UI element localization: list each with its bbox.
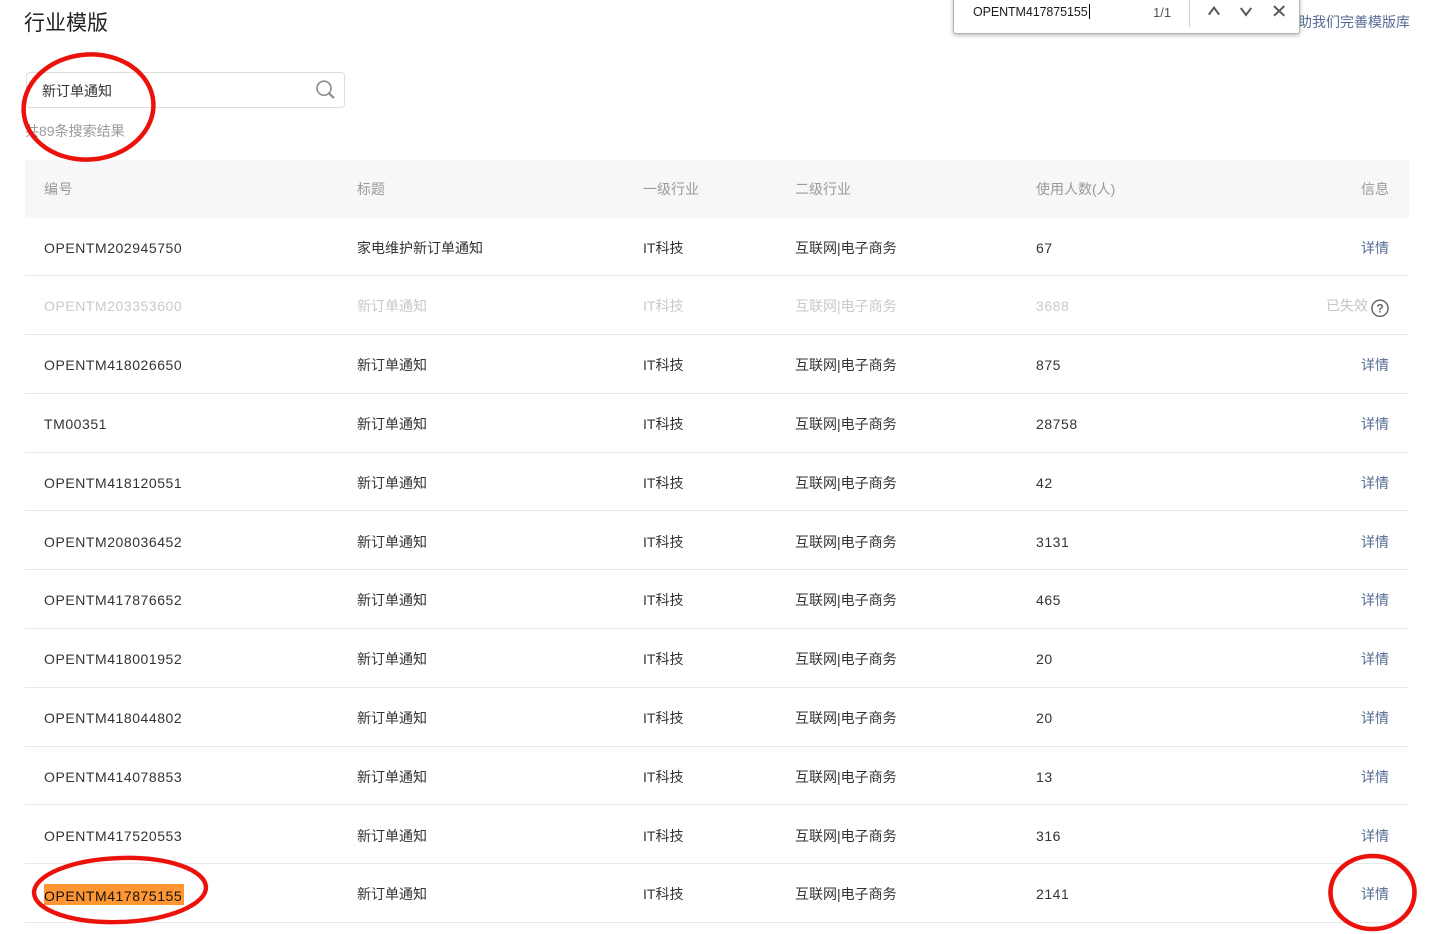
svg-text:?: ? — [1376, 301, 1383, 315]
